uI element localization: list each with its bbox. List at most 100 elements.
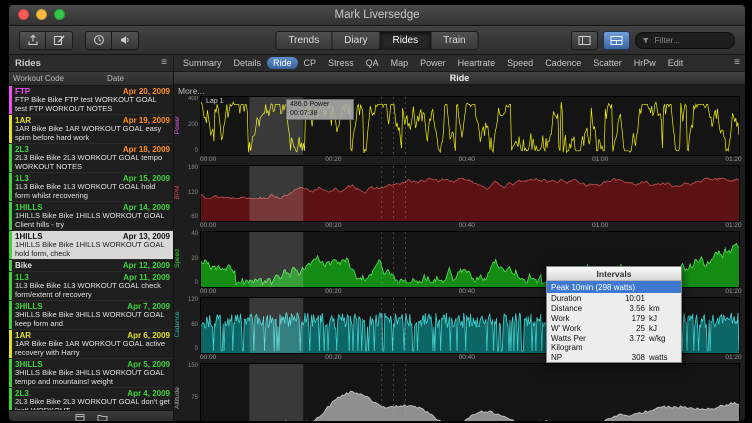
intervals-popup-selected-row[interactable]: Peak 10min (298 watts)	[547, 281, 681, 293]
sidebar-header: Rides ≡	[9, 55, 174, 71]
filter-field[interactable]	[635, 32, 735, 49]
tab-details[interactable]: Details	[228, 57, 268, 69]
y-tick: 0	[195, 280, 198, 286]
plot-power[interactable]	[200, 96, 740, 156]
workout-list-item[interactable]: FTPApr 20, 2009FTP Bike Bike FTP test WO…	[9, 86, 173, 115]
metric-value: 179	[619, 314, 645, 323]
workout-item-body: 2L3Apr 18, 20092L3 Bike Bike 2L3 WORKOUT…	[12, 144, 173, 172]
x-tick: 00:20	[325, 156, 341, 163]
metric-value: 25	[619, 324, 645, 333]
calendar-icon[interactable]	[75, 413, 85, 422]
axis-label-cadence: Cadence	[174, 311, 181, 337]
workout-item-line1: 1HILLSApr 14, 2009	[15, 203, 170, 212]
plot-heartrate[interactable]	[200, 165, 740, 222]
main-panel: Ride More... Power400200000:0000:2000:40…	[174, 72, 745, 422]
tiled-view-button[interactable]	[603, 31, 630, 50]
app-window: Mark Liversedge TrendsDiaryRidesTrain	[8, 4, 746, 422]
view-tab-trends[interactable]: Trends	[275, 31, 332, 50]
y-ticks-altitude: 150750	[184, 363, 200, 422]
tab-ride[interactable]: Ride	[267, 57, 298, 69]
sidebar-column-headers[interactable]: Workout Code Date	[9, 72, 173, 86]
zoom-window-button[interactable]	[54, 9, 65, 20]
interval-metric-row[interactable]: Distance3.56km	[547, 303, 681, 313]
chart-altitude[interactable]: Altitude150750	[174, 363, 740, 422]
metric-unit: kJ	[645, 324, 677, 333]
history-button[interactable]	[85, 31, 112, 50]
workout-code: 1HILLS	[15, 203, 43, 212]
y-tick: 0	[195, 148, 198, 154]
sidebar-toggle-button[interactable]	[571, 31, 598, 50]
interval-metric-row[interactable]: W' Work25kJ	[547, 323, 681, 333]
workout-list-item[interactable]: 2L3Apr 18, 20092L3 Bike Bike 2L3 WORKOUT…	[9, 144, 173, 173]
tab-qa[interactable]: QA	[360, 57, 385, 69]
minimize-window-button[interactable]	[36, 9, 47, 20]
tab-hrpw[interactable]: HrPw	[628, 57, 662, 69]
workout-list-item[interactable]: 1HILLSApr 13, 20091HILLS Bike Bike 1HILL…	[9, 231, 173, 260]
column-date[interactable]: Date	[107, 74, 169, 83]
chart-power[interactable]: Power4002000	[174, 96, 740, 156]
ride-sidebar: Workout Code Date FTPApr 20, 2009FTP Bik…	[9, 72, 174, 422]
tab-edit[interactable]: Edit	[662, 57, 690, 69]
interval-metric-row[interactable]: Duration10:01	[547, 293, 681, 303]
tab-map[interactable]: Map	[385, 57, 415, 69]
view-tab-rides[interactable]: Rides	[381, 31, 432, 50]
workout-description: 3HILLS Bike Bike 3HILLS WORKOUT GOAL kee…	[15, 311, 170, 328]
tab-stress[interactable]: Stress	[322, 57, 360, 69]
interval-metric-row[interactable]: NP308watts	[547, 352, 681, 362]
workout-item-body: 1L3Apr 11, 20091L3 Bike Bike 1L3 WORKOUT…	[12, 272, 173, 300]
titlebar[interactable]: Mark Liversedge	[9, 5, 745, 26]
y-tick: 40	[191, 231, 198, 237]
workout-list-item[interactable]: 1L3Apr 15, 20091L3 Bike Bike 1L3 WORKOUT…	[9, 173, 173, 202]
audio-button[interactable]	[112, 31, 139, 50]
clock-icon	[93, 34, 105, 46]
metric-label: Distance	[551, 304, 619, 313]
tabbar-menu-icon[interactable]: ≡	[729, 55, 745, 71]
close-window-button[interactable]	[18, 9, 29, 20]
workout-date: Apr 19, 2009	[123, 116, 170, 125]
tab-power[interactable]: Power	[414, 57, 452, 69]
workout-list-item[interactable]: 1AR Apr 19, 20091AR Bike Bike 1AR WORKOUT…	[9, 115, 173, 144]
view-tab-diary[interactable]: Diary	[332, 31, 380, 50]
intervals-popup[interactable]: Intervals Peak 10min (298 watts) Duratio…	[546, 266, 682, 363]
workout-list: FTPApr 20, 2009FTP Bike Bike FTP test WO…	[9, 86, 173, 410]
workout-item-line1: 1ARApr 6, 2009	[15, 331, 170, 340]
folder-icon[interactable]	[97, 413, 108, 422]
upload-button[interactable]	[19, 31, 46, 50]
workout-list-item[interactable]: 1L3Apr 11, 20091L3 Bike Bike 1L3 WORKOUT…	[9, 272, 173, 301]
tab-heartrate[interactable]: Heartrate	[452, 57, 502, 69]
y-ticks-power: 4002000	[184, 96, 200, 154]
tab-summary[interactable]: Summary	[177, 57, 228, 69]
column-workout-code[interactable]: Workout Code	[13, 74, 107, 83]
plot-altitude[interactable]	[200, 363, 740, 422]
tab-scatter[interactable]: Scatter	[587, 57, 628, 69]
view-tab-train[interactable]: Train	[431, 31, 478, 50]
workout-list-item[interactable]: BikeApr 12, 2009	[9, 260, 173, 272]
x-axis-power: 00:0000:2000:4001:0001:20	[200, 156, 740, 165]
workout-date: Apr 20, 2009	[123, 87, 170, 96]
content: Workout Code Date FTPApr 20, 2009FTP Bik…	[9, 72, 745, 422]
workout-list-item[interactable]: 3HILLSApr 7, 20093HILLS Bike Bike 3HILLS…	[9, 301, 173, 330]
workout-list-item[interactable]: 3HILLSApr 5, 20093HILLS Bike Bike 3HILLS…	[9, 359, 173, 388]
y-tick: 120	[188, 190, 198, 196]
workout-list-item[interactable]: 2L3Apr 4, 20092L3 Bike Bike 2L3 WORKOUT …	[9, 388, 173, 410]
workout-list-item[interactable]: 1HILLSApr 14, 20091HILLS Bike Bike 1HILL…	[9, 202, 173, 231]
sidebar-menu-icon[interactable]: ≡	[161, 58, 167, 68]
compose-button[interactable]	[46, 31, 73, 50]
lap-marker-label: Lap 1	[206, 98, 224, 105]
workout-date: Apr 6, 2009	[127, 331, 170, 340]
workout-item-line1: BikeApr 12, 2009	[15, 261, 170, 270]
workout-description: 3HILLS Bike Bike 3HILLS WORKOUT GOAL tem…	[15, 369, 170, 386]
workout-code: 1AR	[15, 116, 31, 125]
workout-description: 1AR Bike Bike 1AR WORKOUT GOAL easy spim…	[15, 125, 170, 142]
tab-cadence[interactable]: Cadence	[539, 57, 587, 69]
x-tick: 00:00	[200, 222, 216, 229]
workout-code: 1HILLS	[15, 232, 43, 241]
chart-heartrate[interactable]: BPM18012060	[174, 165, 740, 222]
workout-list-item[interactable]: 1ARApr 6, 20091AR Bike Bike 1AR WORKOUT …	[9, 330, 173, 359]
filter-input[interactable]	[652, 34, 728, 46]
interval-metric-row[interactable]: Watts Per Kilogram3.72w/kg	[547, 333, 681, 352]
tab-cp[interactable]: CP	[298, 57, 323, 69]
tab-speed[interactable]: Speed	[501, 57, 539, 69]
more-link[interactable]: More...	[174, 85, 745, 96]
interval-metric-row[interactable]: Work179kJ	[547, 313, 681, 323]
